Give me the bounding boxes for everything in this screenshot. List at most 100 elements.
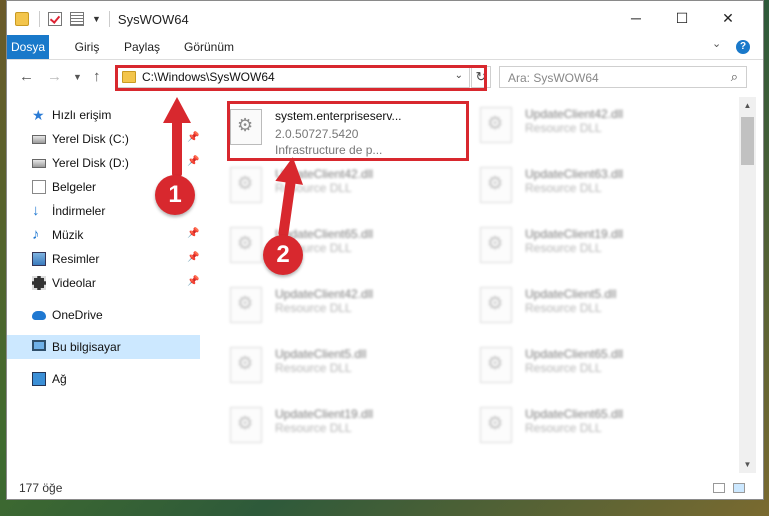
scrollbar-thumb[interactable] xyxy=(741,117,754,165)
sidebar-item-music[interactable]: ♪ Müzik 📌 xyxy=(7,223,200,247)
search-placeholder: Ara: SysWOW64 xyxy=(508,71,599,85)
file-list: system.enterpriseserv... 2.0.50727.5420 … xyxy=(207,97,747,473)
dll-file-icon xyxy=(480,407,512,443)
pin-icon[interactable]: 📌 xyxy=(187,156,199,167)
drive-icon xyxy=(32,159,46,168)
annotation-badge-1: 1 xyxy=(155,175,195,215)
file-name: UpdateClient5.dll xyxy=(275,347,367,361)
file-name: UpdateClient63.dll xyxy=(525,167,624,181)
expand-ribbon-chevron-icon[interactable]: ⌄ xyxy=(712,37,721,50)
window-title: SysWOW64 xyxy=(117,11,189,27)
close-button[interactable]: ✕ xyxy=(705,1,751,35)
file-type: Resource DLL xyxy=(525,181,602,195)
sidebar-item-label: Müzik xyxy=(52,228,84,242)
customize-toolbar-chevron-icon[interactable]: ▼ xyxy=(92,14,101,24)
quick-access-toolbar: ▼ SysWOW64 xyxy=(15,11,189,27)
toolbar-divider xyxy=(108,11,110,27)
sidebar-item-onedrive[interactable]: OneDrive xyxy=(7,303,200,327)
file-name: UpdateClient5.dll xyxy=(525,287,617,301)
dll-file-icon xyxy=(480,347,512,383)
sidebar-item-pictures[interactable]: Resimler 📌 xyxy=(7,247,200,271)
dll-file-icon xyxy=(480,107,512,143)
dll-file-icon xyxy=(230,287,262,323)
highlight-box-address-bar xyxy=(115,65,487,91)
file-explorer-window: ▼ SysWOW64 ─ ☐ ✕ Dosya Giriş Paylaş Görü… xyxy=(6,0,764,500)
vertical-scrollbar[interactable]: ▲ ▼ xyxy=(739,97,756,473)
file-item[interactable]: UpdateClient65.dll Resource DLL xyxy=(207,219,437,271)
sidebar-item-videos[interactable]: Videolar 📌 xyxy=(7,271,200,295)
file-name: UpdateClient42.dll xyxy=(275,287,374,301)
file-type: Resource DLL xyxy=(525,361,602,375)
sidebar-item-network[interactable]: Ağ xyxy=(7,367,200,391)
pin-icon[interactable]: 📌 xyxy=(187,276,199,287)
tab-view[interactable]: Görünüm xyxy=(179,35,239,59)
file-type: Resource DLL xyxy=(275,301,352,315)
sidebar-item-label: Yerel Disk (C:) xyxy=(52,132,129,146)
file-name: UpdateClient19.dll xyxy=(275,407,374,421)
file-name: UpdateClient42.dll xyxy=(525,107,624,121)
videos-icon xyxy=(32,276,46,290)
file-item[interactable]: UpdateClient65.dll Resource DLL xyxy=(457,399,687,451)
search-icon: ⌕ xyxy=(730,69,738,84)
scroll-down-icon[interactable]: ▼ xyxy=(739,456,756,473)
file-type: Resource DLL xyxy=(275,421,352,435)
pin-icon[interactable]: 📌 xyxy=(187,132,199,143)
up-arrow-icon[interactable]: ↑ xyxy=(93,68,101,85)
new-folder-icon[interactable] xyxy=(70,12,84,26)
back-arrow-icon[interactable]: ← xyxy=(19,68,34,85)
dll-file-icon xyxy=(480,227,512,263)
documents-icon xyxy=(32,180,46,194)
toolbar-divider xyxy=(39,11,40,27)
file-type: Resource DLL xyxy=(525,121,602,135)
help-icon[interactable]: ? xyxy=(736,40,750,54)
annotation-arrow-1-shaft xyxy=(172,119,182,177)
file-item[interactable]: UpdateClient42.dll Resource DLL xyxy=(207,159,437,211)
dll-file-icon xyxy=(230,227,262,263)
item-count: 177 öğe xyxy=(19,481,63,495)
folder-icon xyxy=(15,12,29,26)
status-bar: 177 öğe xyxy=(7,477,763,499)
file-item[interactable]: UpdateClient19.dll Resource DLL xyxy=(207,399,437,451)
sidebar-item-label: Hızlı erişim xyxy=(52,108,112,122)
file-name: UpdateClient19.dll xyxy=(525,227,624,241)
sidebar-item-label: Belgeler xyxy=(52,180,97,194)
file-item[interactable]: UpdateClient65.dll Resource DLL xyxy=(457,339,687,391)
tiles-view-icon[interactable] xyxy=(733,483,745,493)
dll-file-icon xyxy=(480,287,512,323)
recent-locations-chevron-icon[interactable]: ▼ xyxy=(73,72,82,82)
sidebar-item-label: Bu bilgisayar xyxy=(52,340,121,354)
file-item[interactable]: UpdateClient19.dll Resource DLL xyxy=(457,219,687,271)
file-item[interactable]: UpdateClient42.dll Resource DLL xyxy=(457,99,687,151)
annotation-badge-2: 2 xyxy=(263,235,303,275)
file-type: Resource DLL xyxy=(525,301,602,315)
dll-file-icon xyxy=(230,167,262,203)
sidebar-item-this-pc[interactable]: Bu bilgisayar xyxy=(7,335,200,359)
tab-file[interactable]: Dosya xyxy=(7,35,49,59)
file-item[interactable]: UpdateClient5.dll Resource DLL xyxy=(207,339,437,391)
minimize-button[interactable]: ─ xyxy=(613,1,659,35)
forward-arrow-icon[interactable]: → xyxy=(47,68,62,85)
title-bar: ▼ SysWOW64 ─ ☐ ✕ xyxy=(7,1,763,35)
tab-share[interactable]: Paylaş xyxy=(119,35,165,59)
tab-home[interactable]: Giriş xyxy=(67,35,107,59)
download-icon: ↓ xyxy=(32,202,40,219)
scroll-up-icon[interactable]: ▲ xyxy=(739,97,756,114)
drive-icon xyxy=(32,135,46,144)
star-icon: ★ xyxy=(32,107,45,123)
file-item[interactable]: UpdateClient63.dll Resource DLL xyxy=(457,159,687,211)
cloud-icon xyxy=(32,311,46,320)
file-type: Resource DLL xyxy=(275,361,352,375)
details-view-icon[interactable] xyxy=(713,483,725,493)
sidebar-item-label: Resimler xyxy=(52,252,100,266)
properties-check-icon[interactable] xyxy=(48,12,62,26)
sidebar-item-label: OneDrive xyxy=(52,308,103,322)
file-item[interactable]: UpdateClient42.dll Resource DLL xyxy=(207,279,437,331)
sidebar-item-label: Ağ xyxy=(52,372,67,386)
pin-icon[interactable]: 📌 xyxy=(187,228,199,239)
file-name: UpdateClient65.dll xyxy=(525,407,624,421)
pin-icon[interactable]: 📌 xyxy=(187,252,199,263)
maximize-button[interactable]: ☐ xyxy=(659,1,705,35)
file-item[interactable]: UpdateClient5.dll Resource DLL xyxy=(457,279,687,331)
search-input[interactable]: Ara: SysWOW64 ⌕ xyxy=(499,66,747,88)
pictures-icon xyxy=(32,252,46,266)
